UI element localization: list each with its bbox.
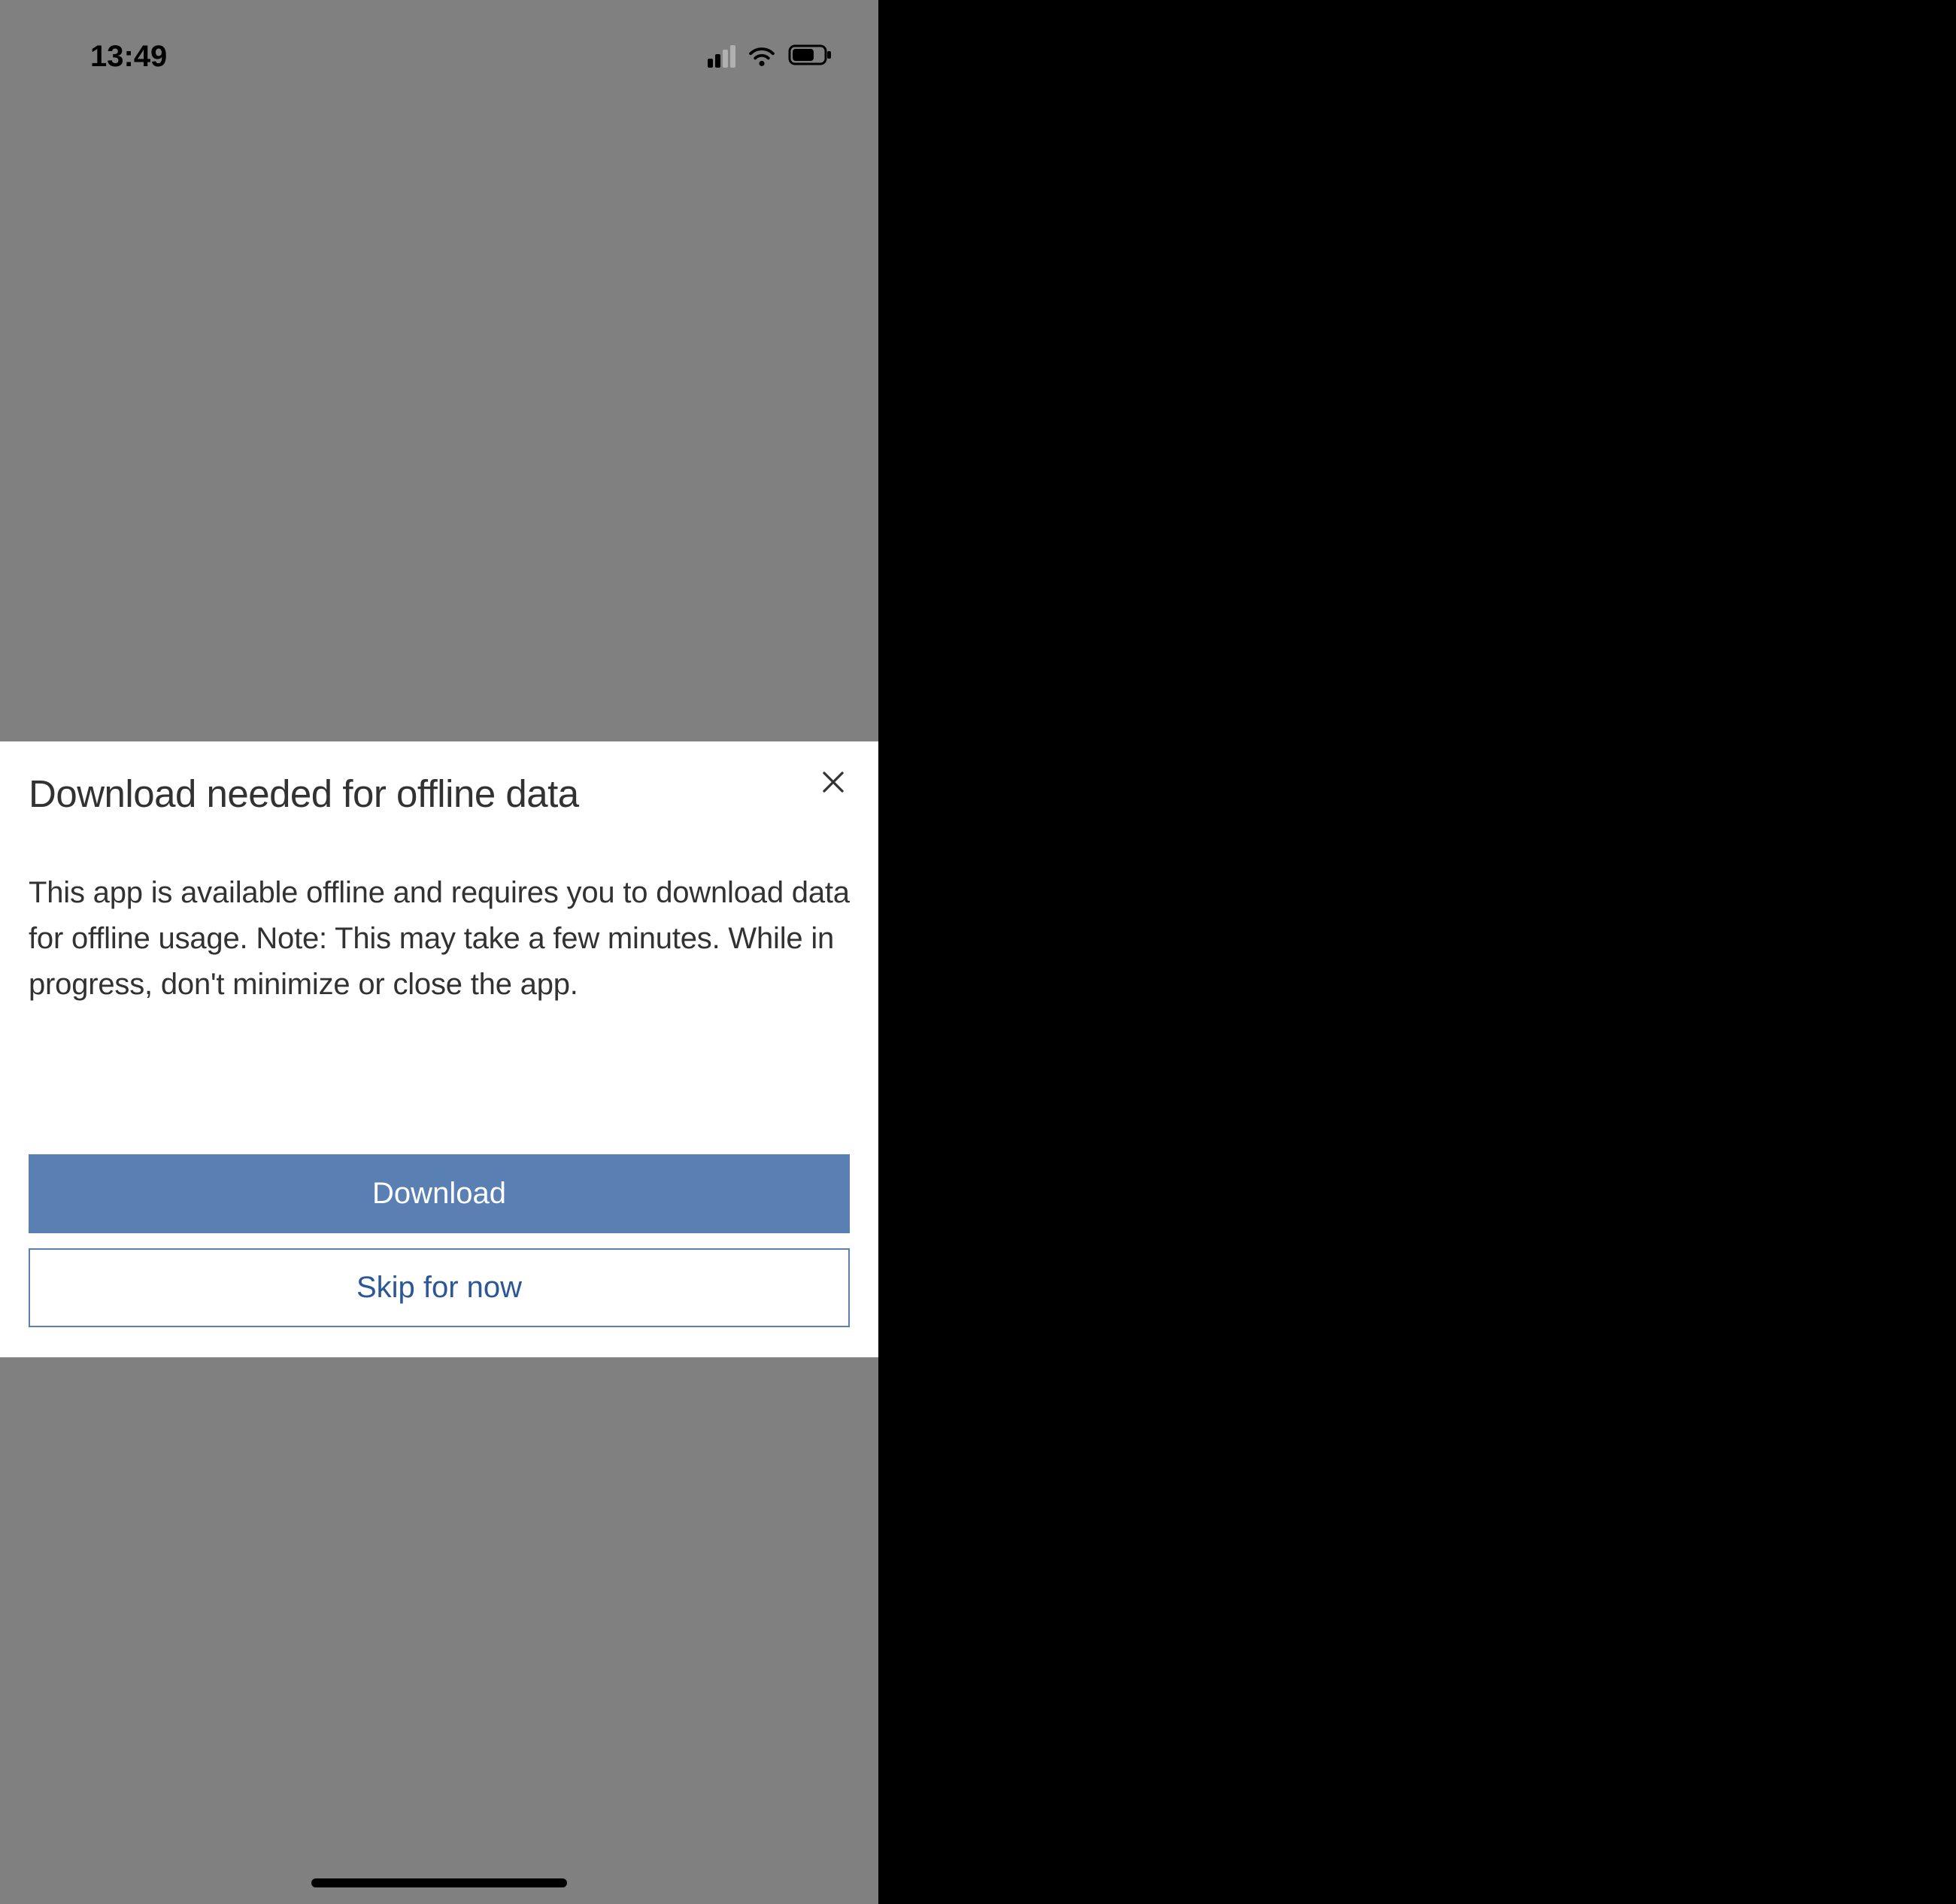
close-icon: [820, 787, 847, 798]
status-bar: 13:49: [0, 0, 878, 90]
home-indicator[interactable]: [311, 1878, 567, 1887]
dialog-actions: Download Skip for now: [29, 1154, 850, 1327]
download-button[interactable]: Download: [29, 1154, 850, 1233]
dialog-title: Download needed for offline data: [29, 772, 579, 816]
wifi-icon: [746, 39, 778, 74]
close-button[interactable]: [820, 769, 847, 798]
dialog-body: This app is available offline and requir…: [29, 870, 850, 1007]
skip-button[interactable]: Skip for now: [29, 1248, 850, 1327]
cellular-icon: [708, 45, 735, 68]
dialog-header: Download needed for offline data: [29, 772, 850, 816]
download-dialog: Download needed for offline data This ap…: [0, 741, 878, 1357]
status-time: 13:49: [90, 40, 167, 74]
phone-screen: 13:49: [0, 0, 878, 1904]
status-icons: [708, 39, 833, 74]
battery-icon: [788, 43, 833, 71]
